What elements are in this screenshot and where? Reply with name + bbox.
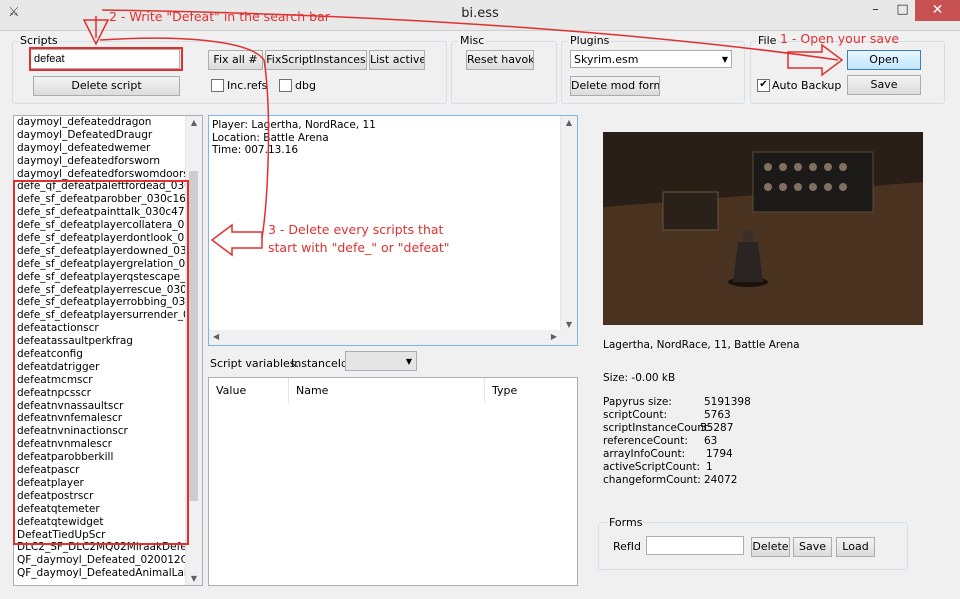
annotation-step-1: 1 - Open your save: [780, 31, 900, 46]
annotation-step-3-line-1: 3 - Delete every scripts that: [268, 222, 444, 237]
annotation-arrows: [82, 9, 844, 257]
annotation-step-2: 2 - Write "Defeat" in the search bar: [109, 9, 330, 24]
annotation-step-3-line-2: start with "defe_" or "defeat": [268, 240, 450, 255]
